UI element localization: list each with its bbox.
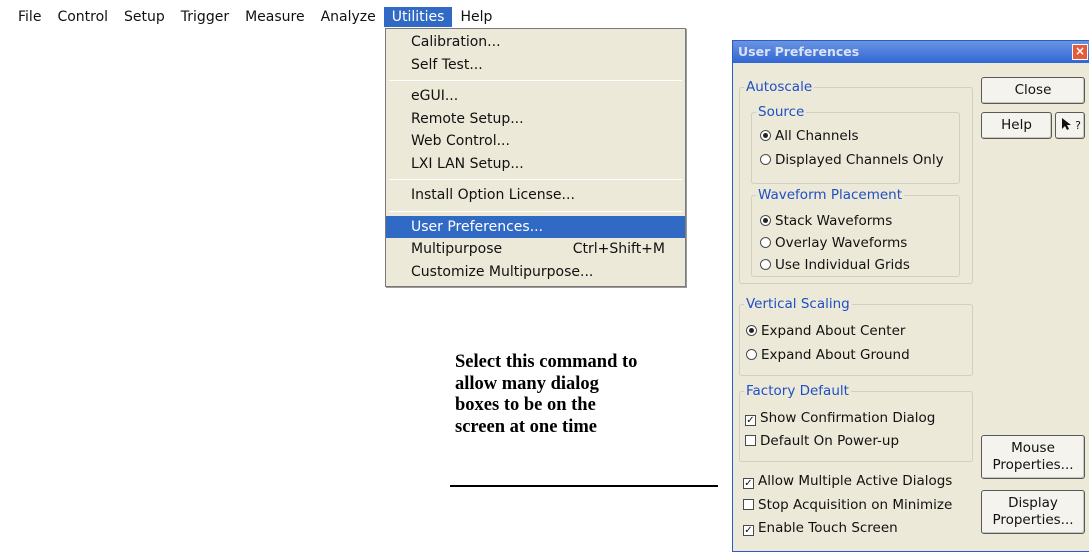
menu-separator: [389, 80, 682, 81]
checkbox-label: Show Confirmation Dialog: [760, 410, 936, 426]
radio-selected-icon: [760, 215, 771, 226]
callout-line-3: boxes to be on the: [455, 395, 596, 415]
menu-item-self-test[interactable]: Self Test...: [386, 54, 685, 77]
close-button[interactable]: Close: [981, 77, 1085, 104]
menu-item-lxi-lan-setup[interactable]: LXI LAN Setup...: [386, 153, 685, 176]
waveform-placement-label: Waveform Placement: [756, 187, 905, 204]
radio-selected-icon: [760, 130, 771, 141]
menu-item-remote-setup[interactable]: Remote Setup...: [386, 108, 685, 131]
button-label-line: Mouse: [1011, 440, 1055, 456]
menu-analyze[interactable]: Analyze: [313, 7, 384, 27]
waveform-placement-group: Waveform Placement Stack Waveforms Overl…: [751, 187, 960, 277]
source-label: Source: [756, 104, 807, 121]
vertical-scaling-label: Vertical Scaling: [744, 296, 852, 313]
menu-separator: [389, 210, 682, 212]
menu-help[interactable]: Help: [452, 7, 500, 27]
menu-item-egui[interactable]: eGUI...: [386, 85, 685, 108]
checkbox-allow-multiple-active-dialogs[interactable]: ✓ Allow Multiple Active Dialogs: [743, 473, 952, 490]
button-label-line: Display: [1008, 495, 1058, 511]
menu-item-multipurpose-label: Multipurpose: [411, 241, 503, 257]
autoscale-group: Autoscale Source All Channels Displayed …: [739, 79, 973, 284]
whats-this-button[interactable]: ?: [1055, 112, 1085, 139]
menu-control[interactable]: Control: [49, 7, 116, 27]
checkbox-label: Default On Power-up: [760, 433, 900, 449]
radio-unselected-icon: [760, 237, 771, 248]
callout-line-1: Select this command to: [455, 352, 638, 372]
source-group: Source All Channels Displayed Channels O…: [751, 104, 960, 184]
radio-label: All Channels: [775, 128, 859, 144]
checkbox-unchecked-icon: [743, 499, 754, 510]
pointer-help-icon: ?: [1059, 117, 1081, 133]
factory-default-group: Factory Default ✓ Show Confirmation Dialo…: [739, 383, 973, 462]
user-preferences-dialog: User Preferences × Autoscale Source All …: [732, 40, 1089, 552]
dialog-title: User Preferences: [738, 44, 860, 59]
menu-item-web-control[interactable]: Web Control...: [386, 130, 685, 153]
menu-separator: [389, 179, 682, 180]
menu-setup[interactable]: Setup: [116, 7, 173, 27]
checkbox-show-confirmation-dialog[interactable]: ✓ Show Confirmation Dialog: [745, 410, 935, 427]
radio-label: Displayed Channels Only: [775, 152, 944, 168]
radio-expand-about-center[interactable]: Expand About Center: [746, 323, 905, 340]
menu-utilities[interactable]: Utilities: [383, 7, 453, 27]
radio-displayed-channels-only[interactable]: Displayed Channels Only: [760, 152, 944, 169]
checkbox-default-on-power-up[interactable]: Default On Power-up: [745, 433, 899, 450]
radio-label: Stack Waveforms: [775, 213, 893, 229]
display-properties-button[interactable]: Display Properties...: [981, 490, 1085, 534]
mouse-properties-button[interactable]: Mouse Properties...: [981, 435, 1085, 479]
utilities-dropdown: Calibration... Self Test... eGUI... Remo…: [385, 28, 686, 287]
radio-unselected-icon: [746, 349, 757, 360]
vertical-scaling-group: Vertical Scaling Expand About Center Exp…: [739, 296, 973, 376]
checkbox-enable-touch-screen[interactable]: ✓ Enable Touch Screen: [743, 520, 898, 537]
autoscale-label: Autoscale: [744, 79, 815, 96]
menu-item-calibration[interactable]: Calibration...: [386, 31, 685, 54]
radio-label: Expand About Center: [761, 323, 906, 339]
menu-trigger[interactable]: Trigger: [173, 7, 237, 27]
radio-all-channels[interactable]: All Channels: [760, 128, 859, 145]
checkbox-checked-icon: ✓: [743, 478, 754, 489]
dialog-titlebar[interactable]: User Preferences ×: [733, 41, 1089, 63]
callout-text: Select this command to allow many dialog…: [455, 352, 705, 438]
radio-unselected-icon: [760, 259, 771, 270]
radio-use-individual-grids[interactable]: Use Individual Grids: [760, 257, 910, 274]
radio-label: Overlay Waveforms: [775, 235, 908, 251]
radio-selected-icon: [746, 325, 757, 336]
radio-stack-waveforms[interactable]: Stack Waveforms: [760, 213, 892, 230]
menu-item-user-preferences[interactable]: User Preferences...: [386, 215, 685, 238]
callout-line-4: screen at one time: [455, 416, 597, 437]
menu-file[interactable]: File: [10, 7, 49, 27]
radio-overlay-waveforms[interactable]: Overlay Waveforms: [760, 235, 907, 252]
callout-pointer-line: [450, 485, 718, 487]
checkbox-checked-icon: ✓: [743, 525, 754, 536]
checkbox-label: Stop Acquisition on Minimize: [758, 497, 953, 513]
button-label-line: Properties...: [992, 512, 1074, 528]
factory-default-label: Factory Default: [744, 383, 851, 400]
checkbox-stop-acquisition-on-minimize[interactable]: Stop Acquisition on Minimize: [743, 497, 952, 514]
menu-measure[interactable]: Measure: [237, 7, 313, 27]
checkbox-checked-icon: ✓: [745, 415, 756, 426]
radio-label: Expand About Ground: [761, 347, 910, 363]
button-label-line: Properties...: [992, 457, 1074, 473]
close-icon[interactable]: ×: [1072, 44, 1088, 60]
menu-item-multipurpose[interactable]: Multipurpose Ctrl+Shift+M: [386, 238, 685, 261]
menu-item-customize-multipurpose[interactable]: Customize Multipurpose...: [386, 261, 685, 284]
help-button[interactable]: Help: [981, 112, 1052, 139]
checkbox-unchecked-icon: [745, 435, 756, 446]
menu-item-shortcut: Ctrl+Shift+M: [572, 241, 665, 257]
checkbox-label: Enable Touch Screen: [758, 520, 898, 536]
callout-line-2: allow many dialog: [455, 373, 599, 394]
menu-item-install-option-license[interactable]: Install Option License...: [386, 184, 685, 207]
radio-unselected-icon: [760, 154, 771, 165]
radio-expand-about-ground[interactable]: Expand About Ground: [746, 347, 910, 364]
radio-label: Use Individual Grids: [775, 257, 910, 273]
checkbox-label: Allow Multiple Active Dialogs: [758, 473, 953, 489]
